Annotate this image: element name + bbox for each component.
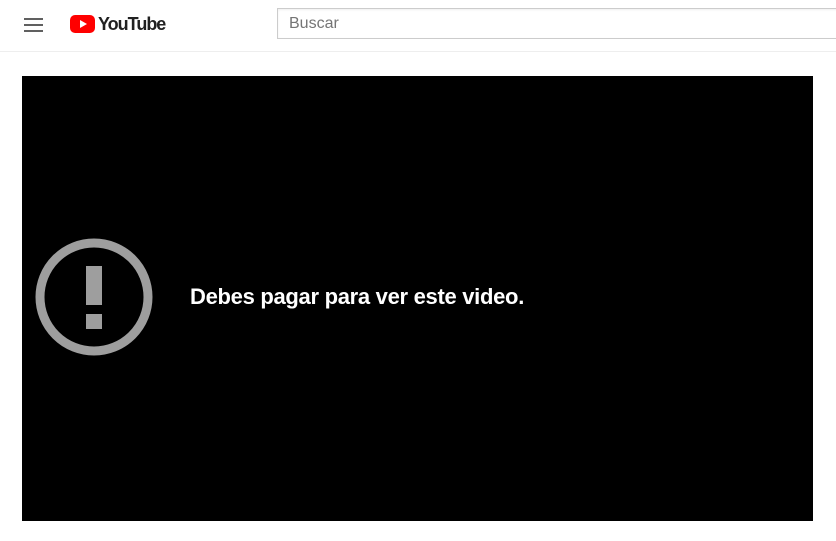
search-box[interactable] xyxy=(277,8,836,39)
video-player[interactable]: Debes pagar para ver este video. xyxy=(22,76,813,521)
youtube-logo[interactable]: YouTube xyxy=(70,13,166,35)
playback-error-message: Debes pagar para ver este video. xyxy=(190,284,525,309)
logo-text: YouTube xyxy=(98,14,166,34)
search-input[interactable] xyxy=(278,9,829,38)
exclamation-circle-icon xyxy=(35,238,153,356)
hamburger-menu-icon[interactable] xyxy=(20,12,48,38)
youtube-play-icon xyxy=(70,15,95,33)
masthead: YouTube xyxy=(0,0,836,52)
